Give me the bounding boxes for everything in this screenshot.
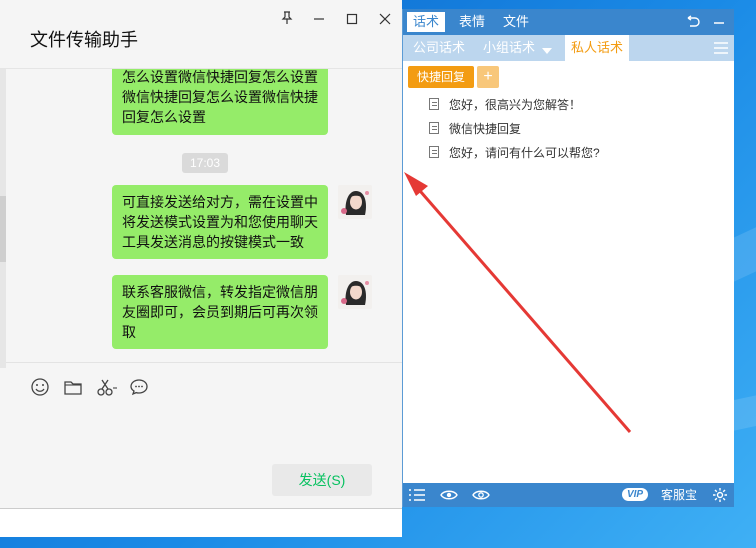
annotation-arrow — [404, 172, 632, 433]
